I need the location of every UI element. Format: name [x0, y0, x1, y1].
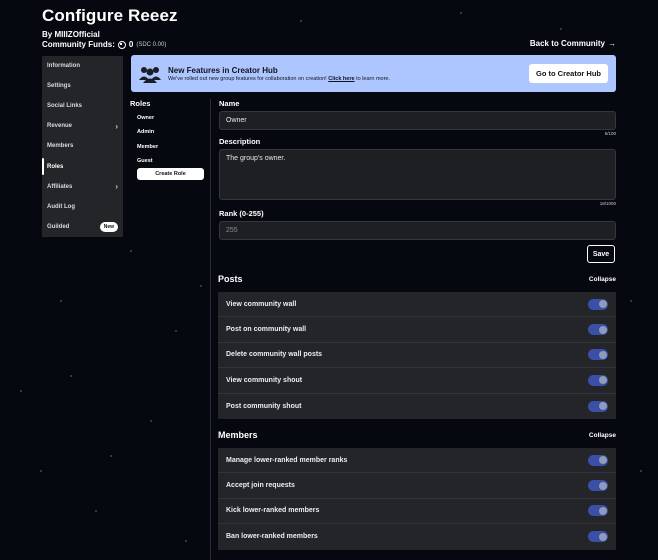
sidebar-item-label: Affiliates — [47, 183, 73, 190]
roles-heading: Roles — [130, 99, 151, 108]
permission-row: Delete community wall posts — [218, 343, 616, 369]
go-to-creator-hub-button[interactable]: Go to Creator Hub — [529, 64, 608, 83]
banner-text: New Features in Creator Hub We've rolled… — [168, 66, 390, 82]
sidebar-item-information[interactable]: Information — [42, 56, 123, 76]
sidebar-item-label: Information — [47, 63, 80, 70]
sidebar-item-label: Members — [47, 143, 74, 150]
banner-desc-prefix: We've rolled out new group features for … — [168, 75, 327, 82]
permission-row: Kick lower-ranked members — [218, 499, 616, 525]
permission-toggle[interactable] — [588, 374, 608, 386]
banner-click-here-link[interactable]: Click here — [328, 76, 354, 82]
members-section-title: Members — [218, 430, 258, 440]
permission-label: Kick lower-ranked members — [226, 507, 320, 515]
permission-label: Manage lower-ranked member ranks — [226, 456, 348, 464]
permission-row: Ban lower-ranked members — [218, 524, 616, 549]
description-char-counter: 18/1000 — [599, 201, 616, 206]
members-collapse-button[interactable]: Collapse — [589, 432, 616, 439]
permission-label: Delete community wall posts — [226, 351, 323, 359]
role-item-member[interactable]: Member — [137, 140, 210, 154]
configure-page: Configure Reeez By MIIIZOfficial Communi… — [0, 0, 658, 560]
chevron-right-icon: › — [115, 182, 118, 192]
posts-collapse-button[interactable]: Collapse — [589, 276, 616, 283]
permission-toggle[interactable] — [588, 349, 608, 361]
sidebar-item-social-links[interactable]: Social Links — [42, 96, 123, 116]
owner-byline: By MIIIZOfficial — [42, 30, 100, 39]
roles-list: Roles Owner Admin Member Guest Create Ro… — [130, 99, 210, 181]
permission-label: View community shout — [226, 376, 303, 384]
new-badge: New — [99, 221, 118, 232]
funds-value: 0 — [128, 40, 134, 49]
permission-toggle[interactable] — [588, 480, 608, 492]
role-edit-form: Name Owner 5/100 Description The group's… — [219, 99, 616, 240]
permission-row: Post on community wall — [218, 317, 616, 343]
sidebar-item-members[interactable]: Members — [42, 136, 123, 156]
permission-label: Ban lower-ranked members — [226, 533, 318, 541]
permission-label: View community wall — [226, 300, 297, 308]
robux-icon — [117, 40, 126, 49]
permission-row: Post community shout — [218, 394, 616, 419]
name-label: Name — [219, 99, 240, 108]
funds-pending: (SDC 0.00) — [136, 41, 167, 48]
sidebar-item-roles[interactable]: Roles — [42, 156, 123, 176]
sidebar-item-label: Settings — [47, 83, 71, 90]
sidebar-item-affiliates[interactable]: Affiliates › — [42, 177, 123, 197]
sidebar-item-label: Audit Log — [47, 203, 75, 210]
description-field[interactable]: The group's owner. — [219, 149, 616, 200]
permission-toggle[interactable] — [588, 298, 608, 310]
funds-label: Community Funds: — [42, 40, 115, 49]
rank-label: Rank (0-255) — [219, 209, 264, 218]
posts-section-header: Posts Collapse — [218, 274, 616, 284]
members-permissions-list: Manage lower-ranked member ranks Accept … — [218, 448, 616, 550]
permission-row: Manage lower-ranked member ranks — [218, 448, 616, 474]
sidebar-item-label: Revenue — [47, 123, 73, 130]
banner-title: New Features in Creator Hub — [168, 65, 278, 75]
posts-permissions-list: View community wall Post on community wa… — [218, 292, 616, 419]
permission-label: Post community shout — [226, 402, 302, 410]
permission-label: Post on community wall — [226, 326, 307, 334]
page-title: Configure Reeez — [42, 6, 178, 25]
create-role-button[interactable]: Create Role — [137, 168, 204, 181]
sidebar-item-label: Guilded — [47, 223, 70, 230]
sidebar-item-settings[interactable]: Settings — [42, 76, 123, 96]
owner-link[interactable]: MIIIZOfficial — [54, 30, 99, 39]
members-section-header: Members Collapse — [218, 430, 616, 440]
save-button[interactable]: Save — [587, 245, 615, 263]
byline-prefix: By — [42, 30, 53, 39]
permission-row: View community shout — [218, 368, 616, 394]
arrow-right-icon: → — [608, 39, 616, 48]
sidebar-item-audit-log[interactable]: Audit Log — [42, 197, 123, 217]
role-item-guest[interactable]: Guest — [137, 154, 210, 168]
creator-hub-banner: New Features in Creator Hub We've rolled… — [131, 55, 616, 92]
permission-toggle[interactable] — [588, 531, 608, 543]
permission-toggle[interactable] — [588, 324, 608, 336]
name-field[interactable]: Owner — [219, 111, 616, 130]
back-link-label: Back to Community — [529, 39, 605, 48]
banner-description: We've rolled out new group features for … — [168, 76, 390, 82]
role-item-admin[interactable]: Admin — [137, 125, 210, 139]
role-item-owner[interactable]: Owner — [137, 111, 210, 125]
permission-row: View community wall — [218, 292, 616, 318]
sidebar-item-revenue[interactable]: Revenue › — [42, 116, 123, 136]
community-funds: Community Funds: 0 (SDC 0.00) — [42, 40, 166, 49]
back-to-community-link[interactable]: Back to Community → — [530, 39, 616, 48]
chevron-right-icon: › — [115, 121, 118, 131]
permission-label: Accept join requests — [226, 482, 295, 490]
permission-toggle[interactable] — [588, 454, 608, 466]
permission-row: Accept join requests — [218, 473, 616, 499]
banner-desc-suffix: to learn more. — [356, 75, 391, 82]
group-icon — [139, 63, 161, 85]
permission-toggle[interactable] — [588, 400, 608, 412]
description-label: Description — [219, 137, 261, 146]
sidebar-item-label: Social Links — [47, 103, 83, 110]
settings-sidebar: Information Settings Social Links Revenu… — [42, 56, 123, 237]
sidebar-item-label: Roles — [47, 163, 64, 170]
rank-field[interactable]: 255 — [219, 221, 616, 240]
permission-toggle[interactable] — [588, 505, 608, 517]
vertical-divider — [210, 99, 211, 560]
posts-section-title: Posts — [218, 274, 243, 284]
sidebar-item-guilded[interactable]: Guilded New — [42, 217, 123, 237]
